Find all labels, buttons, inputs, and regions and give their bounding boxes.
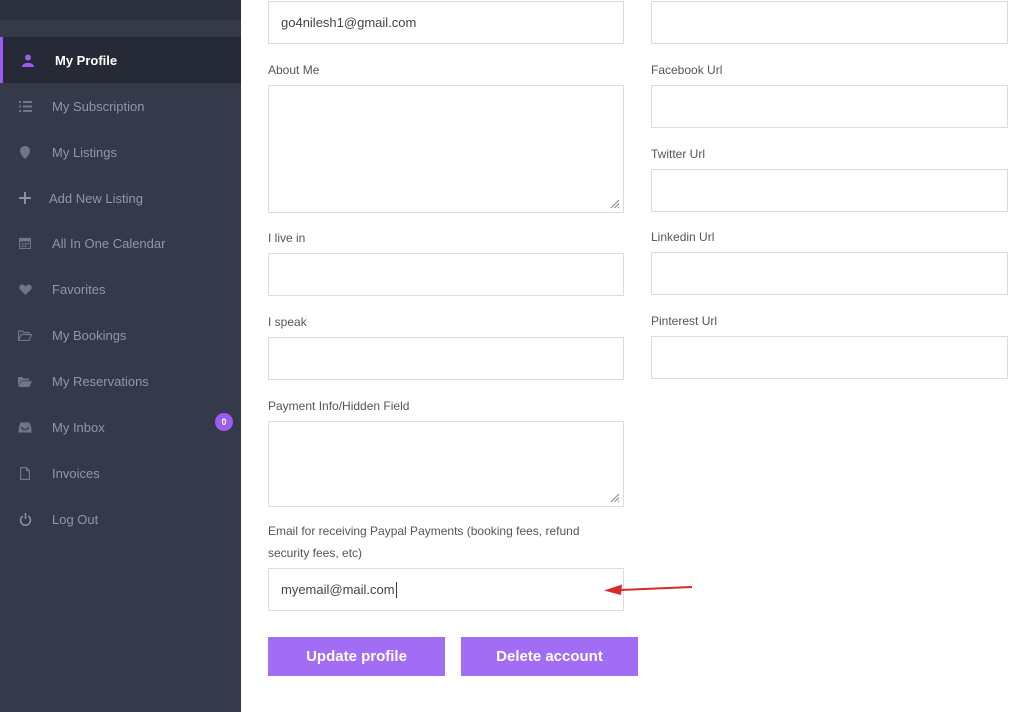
sidebar-item-my-subscription[interactable]: My Subscription — [0, 83, 241, 129]
sidebar-item-my-inbox[interactable]: My Inbox — [0, 404, 241, 450]
payment-info-textarea[interactable] — [268, 421, 624, 507]
payment-info-label: Payment Info/Hidden Field — [268, 399, 410, 413]
sidebar: My Profile My Subscription My Listings A… — [0, 0, 241, 712]
inbox-count-badge: 0 — [215, 413, 233, 431]
about-me-textarea[interactable] — [268, 85, 624, 213]
sidebar-item-my-listings[interactable]: My Listings — [0, 129, 241, 175]
sidebar-item-label: All In One Calendar — [52, 235, 166, 251]
resize-grip-icon[interactable] — [610, 199, 620, 209]
sidebar-item-my-reservations[interactable]: My Reservations — [0, 358, 241, 404]
sidebar-item-label: My Inbox — [52, 419, 105, 435]
live-in-input[interactable] — [268, 253, 624, 296]
inbox-icon — [18, 420, 32, 434]
list-icon — [18, 99, 32, 113]
sidebar-item-label: Favorites — [52, 281, 106, 297]
paypal-email-label-line1: Email for receiving Paypal Payments (boo… — [268, 524, 580, 538]
sidebar-item-favorites[interactable]: Favorites — [0, 266, 241, 312]
linkedin-url-input[interactable] — [651, 252, 1008, 295]
live-in-label: I live in — [268, 231, 306, 245]
folder-icon — [18, 374, 32, 388]
text-cursor — [395, 581, 397, 598]
sidebar-item-label: My Listings — [52, 144, 118, 160]
pinterest-url-input[interactable] — [651, 336, 1008, 379]
twitter-url-input[interactable] — [651, 169, 1008, 212]
plus-icon — [18, 191, 32, 205]
calendar-icon — [18, 236, 32, 250]
paypal-email-value: myemail@mail.com — [281, 582, 395, 597]
sidebar-item-my-profile[interactable]: My Profile — [0, 37, 241, 83]
sidebar-item-label: My Reservations — [52, 373, 149, 389]
update-profile-button[interactable]: Update profile — [268, 637, 445, 676]
sidebar-item-label: Log Out — [52, 511, 99, 527]
sidebar-item-calendar[interactable]: All In One Calendar — [0, 220, 241, 266]
email-field[interactable]: go4nilesh1@gmail.com — [268, 1, 624, 44]
sidebar-item-invoices[interactable]: Invoices — [0, 450, 241, 496]
paypal-email-input[interactable]: myemail@mail.com — [268, 568, 624, 611]
website-input[interactable] — [651, 1, 1008, 44]
user-icon — [21, 53, 35, 67]
sidebar-item-label: Add New Listing — [49, 190, 143, 206]
facebook-url-label: Facebook Url — [651, 63, 723, 77]
map-pin-icon — [18, 145, 32, 159]
paypal-email-label: Email for receiving Paypal Payments (boo… — [268, 521, 628, 563]
red-arrow-annotation — [604, 584, 693, 595]
power-icon — [18, 512, 32, 526]
speak-label: I speak — [268, 315, 307, 329]
linkedin-url-label: Linkedin Url — [651, 230, 715, 244]
sidebar-item-my-bookings[interactable]: My Bookings — [0, 312, 241, 358]
facebook-url-input[interactable] — [651, 85, 1008, 128]
sidebar-item-label: My Subscription — [52, 98, 145, 114]
sidebar-item-label: Invoices — [52, 465, 100, 481]
paypal-email-label-line2: security fees, etc) — [268, 546, 363, 560]
folder-open-icon — [18, 328, 32, 342]
speak-input[interactable] — [268, 337, 624, 380]
sidebar-top-band — [0, 0, 241, 20]
sidebar-item-label: My Profile — [55, 52, 118, 68]
twitter-url-label: Twitter Url — [651, 147, 705, 161]
delete-account-button[interactable]: Delete account — [461, 637, 638, 676]
email-value: go4nilesh1@gmail.com — [281, 15, 417, 30]
about-me-label: About Me — [268, 63, 320, 77]
resize-grip-icon[interactable] — [610, 493, 620, 503]
sidebar-item-label: My Bookings — [52, 327, 127, 343]
sidebar-item-add-new-listing[interactable]: Add New Listing — [0, 175, 241, 221]
pinterest-url-label: Pinterest Url — [651, 314, 718, 328]
heart-icon — [18, 282, 32, 296]
file-icon — [18, 466, 32, 480]
sidebar-item-log-out[interactable]: Log Out — [0, 496, 241, 542]
